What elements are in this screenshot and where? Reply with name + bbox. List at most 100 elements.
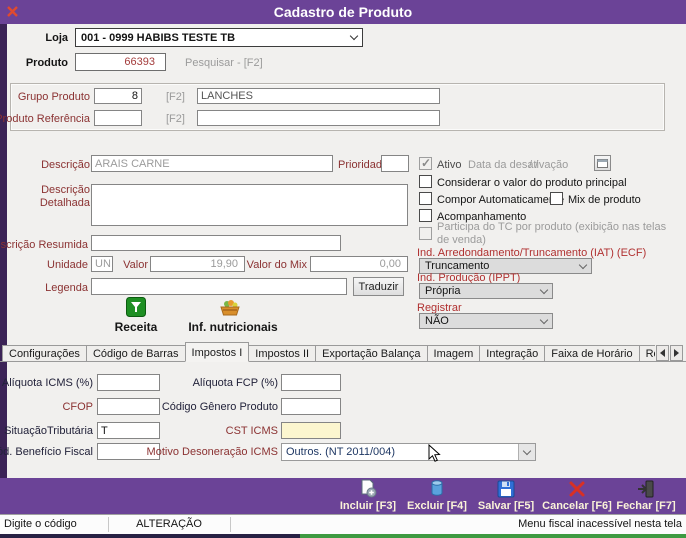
motivo-desoneracao-icms-select[interactable]: Outros. (NT 2011/004) bbox=[281, 443, 536, 461]
valor-do-mix-field[interactable]: 0,00 bbox=[310, 256, 408, 272]
ativo-checkbox[interactable] bbox=[419, 156, 432, 170]
salvar-button[interactable]: Salvar [F5] bbox=[471, 479, 541, 512]
unidade-field[interactable]: UN bbox=[91, 256, 113, 272]
iat-selected-value: Truncamento bbox=[425, 260, 490, 272]
descricao-detalhada-label: Descrição Detalhada bbox=[39, 184, 90, 209]
dropdown-arrow-box[interactable] bbox=[518, 444, 535, 460]
descricao-input[interactable]: ARAIS CARNE bbox=[91, 155, 333, 172]
tab-integracao[interactable]: Integração bbox=[479, 345, 546, 362]
tab-imagem[interactable]: Imagem bbox=[426, 345, 481, 362]
mix-de-produto-label: Mix de produto bbox=[568, 194, 641, 206]
motivo-desoneracao-icms-label: Motivo Desoneração ICMS bbox=[146, 446, 278, 458]
chevron-down-icon bbox=[522, 446, 532, 456]
grupo-produto-code-input[interactable]: 8 bbox=[94, 88, 142, 104]
produto-referencia-name-field[interactable] bbox=[197, 110, 440, 126]
fechar-label: Fechar [F7] bbox=[616, 500, 676, 512]
cst-icms-input[interactable] bbox=[281, 422, 341, 439]
cancelar-button[interactable]: Cancelar [F6] bbox=[542, 479, 612, 512]
codigo-genero-produto-label: Código Gênero Produto bbox=[161, 401, 278, 413]
unidade-label: Unidade bbox=[47, 259, 88, 271]
tab-exportacao-balanca[interactable]: Exportação Balança bbox=[315, 345, 428, 362]
acompanhamento-checkbox[interactable] bbox=[419, 209, 432, 222]
traduzir-button[interactable]: Traduzir bbox=[353, 277, 404, 296]
calendar-icon bbox=[597, 159, 608, 168]
tab-codigo-de-barras[interactable]: Código de Barras bbox=[85, 345, 186, 362]
loja-selected-value: 001 - 0999 HABIBS TESTE TB bbox=[81, 31, 236, 44]
cancelar-label: Cancelar [F6] bbox=[542, 500, 612, 512]
mix-de-produto-checkbox[interactable] bbox=[550, 192, 563, 205]
descricao-resumida-input[interactable] bbox=[91, 235, 341, 251]
incluir-button[interactable]: Incluir [F3] bbox=[333, 479, 403, 512]
registrar-select[interactable]: NÃO bbox=[419, 313, 553, 329]
valor-label: Valor bbox=[123, 259, 148, 271]
tab-scroll-right-button[interactable] bbox=[670, 345, 683, 361]
considerar-checkbox[interactable] bbox=[419, 175, 432, 188]
tab-scroll-left-button[interactable] bbox=[656, 345, 669, 361]
ippt-selected-value: Própria bbox=[425, 285, 461, 297]
trash-icon bbox=[431, 480, 443, 496]
motivo-desoneracao-selected-value: Outros. (NT 2011/004) bbox=[286, 446, 396, 458]
registrar-selected-value: NÃO bbox=[425, 315, 449, 327]
ativo-label: Ativo bbox=[437, 159, 462, 171]
considerar-label: Considerar o valor do produto principal bbox=[437, 177, 627, 189]
tab-impostos-1[interactable]: Impostos I bbox=[184, 342, 250, 362]
tab-restricao-dia-da-semana[interactable]: Restrição dia da semana bbox=[638, 345, 655, 362]
tab-strip: Configurações Código de Barras Impostos … bbox=[2, 342, 655, 362]
descricao-resumida-label: Descrição Resumida bbox=[0, 239, 88, 251]
descricao-label: Descrição bbox=[41, 159, 90, 171]
legenda-input[interactable] bbox=[91, 278, 347, 295]
valor-field[interactable]: 19,90 bbox=[150, 256, 245, 272]
calendar-button[interactable] bbox=[594, 155, 611, 171]
ippt-select[interactable]: Própria bbox=[419, 283, 553, 299]
situacao-tributaria-label: SituaçãoTributária bbox=[4, 425, 93, 437]
legenda-label: Legenda bbox=[45, 282, 88, 294]
aliquota-fcp-label: Alíquota FCP (%) bbox=[192, 377, 278, 389]
cfop-label: CFOP bbox=[62, 401, 93, 413]
receita-label: Receita bbox=[114, 320, 158, 334]
receita-icon[interactable] bbox=[126, 297, 146, 320]
window-bottom-edge bbox=[0, 534, 300, 538]
loja-select[interactable]: 001 - 0999 HABIBS TESTE TB bbox=[75, 28, 363, 47]
window-title: Cadastro de Produto bbox=[273, 4, 413, 20]
produto-code-input[interactable]: 66393 bbox=[75, 53, 166, 71]
tab-configuracoes[interactable]: Configurações bbox=[2, 345, 87, 362]
aliquota-fcp-input[interactable] bbox=[281, 374, 341, 391]
excluir-button[interactable]: Excluir [F4] bbox=[402, 479, 472, 512]
add-document-icon bbox=[361, 479, 377, 498]
compor-automaticamente-label: Compor Automaticamente bbox=[437, 194, 565, 206]
arrow-right-icon bbox=[674, 349, 679, 357]
grupo-produto-name-field[interactable]: LANCHES bbox=[197, 88, 440, 104]
status-left-text: Digite o código bbox=[4, 518, 77, 530]
produto-label: Produto bbox=[25, 57, 68, 69]
participa-tc-checkbox[interactable] bbox=[419, 227, 432, 240]
cancel-x-icon bbox=[569, 481, 585, 497]
chevron-down-icon bbox=[349, 31, 359, 41]
data-desativacao-label: Data da desativação bbox=[468, 159, 569, 171]
incluir-label: Incluir [F3] bbox=[339, 500, 397, 512]
produto-referencia-code-input[interactable] bbox=[94, 110, 142, 126]
title-bar: Cadastro de Produto bbox=[0, 0, 686, 24]
situacao-tributaria-input[interactable]: T bbox=[97, 422, 160, 439]
arrow-left-icon bbox=[660, 349, 665, 357]
inf-nutricionais-icon[interactable] bbox=[218, 299, 242, 320]
descricao-detalhada-textarea[interactable] bbox=[91, 184, 408, 226]
compor-automaticamente-checkbox[interactable] bbox=[419, 192, 432, 205]
tab-faixa-de-horario[interactable]: Faixa de Horário bbox=[544, 345, 640, 362]
cadastro-de-produto-window: Cadastro de Produto Loja 001 - 0999 HABI… bbox=[0, 0, 686, 538]
status-separator bbox=[230, 517, 231, 532]
cod-beneficio-fiscal-label: Cód. Benefício Fiscal bbox=[0, 446, 93, 458]
prioridade-input[interactable] bbox=[381, 155, 409, 172]
save-floppy-icon bbox=[497, 480, 515, 498]
aliquota-icms-input[interactable] bbox=[97, 374, 160, 391]
loja-label: Loja bbox=[45, 32, 68, 44]
status-mode-text: ALTERAÇÃO bbox=[136, 518, 202, 530]
status-right-text: Menu fiscal inacessível nesta tela bbox=[518, 518, 682, 530]
produto-referencia-label: Produto Referência bbox=[0, 113, 90, 125]
fechar-button[interactable]: Fechar [F7] bbox=[611, 479, 681, 512]
excluir-label: Excluir [F4] bbox=[407, 500, 467, 512]
codigo-genero-produto-input[interactable] bbox=[281, 398, 341, 415]
exit-door-icon bbox=[638, 480, 654, 498]
produto-referencia-f2-hint: [F2] bbox=[166, 113, 185, 125]
cfop-input[interactable] bbox=[97, 398, 160, 415]
tab-impostos-2[interactable]: Impostos II bbox=[248, 345, 317, 362]
